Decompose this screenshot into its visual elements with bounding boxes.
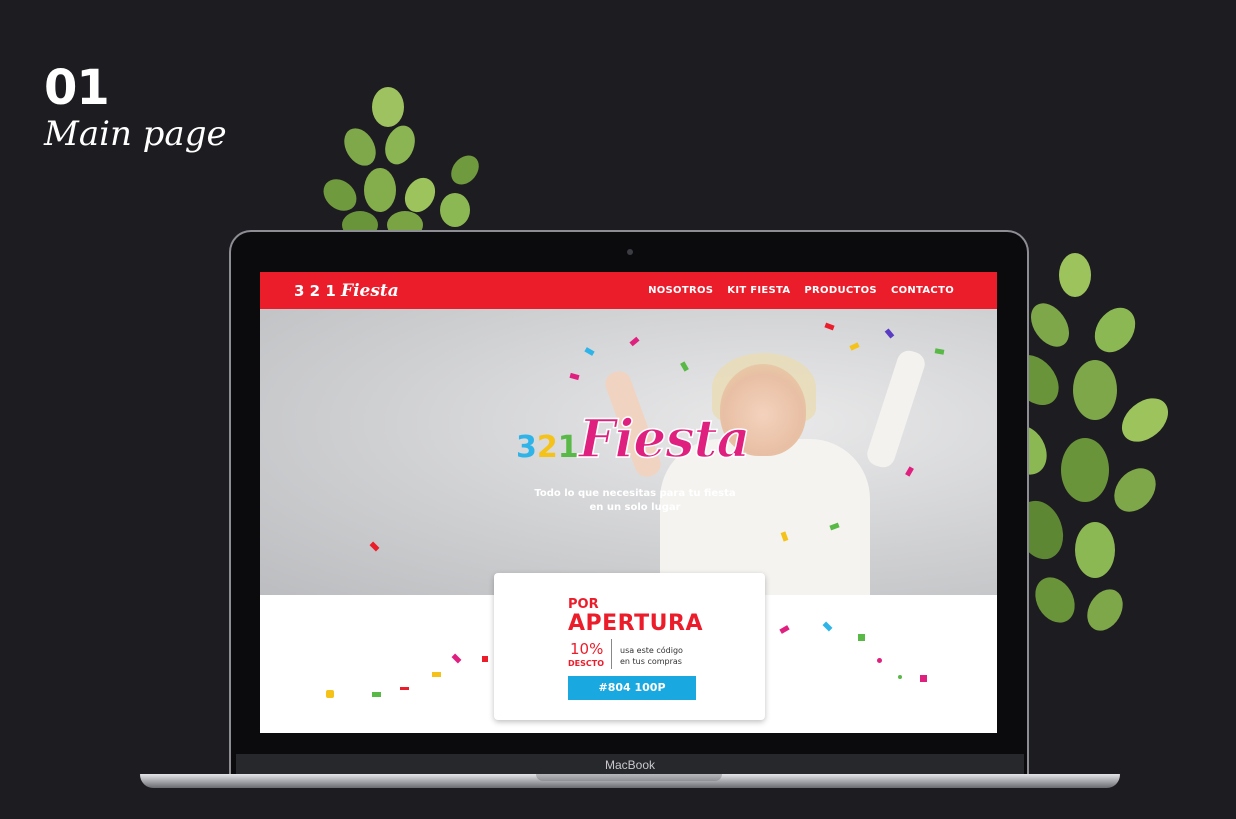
plant-left-icon [323,87,479,239]
laptop-brand-label: MacBook [236,754,1024,776]
section-number: 01 [44,60,110,116]
presentation-heading: 01 Main page [44,62,227,154]
promo-info-line-1: usa este código [620,646,683,655]
promo-line-2: APERTURA [568,611,703,636]
nav-kit-fiesta[interactable]: KIT FIESTA [727,285,790,296]
hero-tagline: Todo lo que necesitas para tu fiesta en … [480,487,790,515]
promo-percent-label: DESCTO [568,659,604,668]
hero-logo-digit-3: 3 [516,430,537,465]
confetti-decoration-icon [877,658,882,663]
confetti-decoration-icon [482,656,488,662]
hero-logo: 321Fiesta [516,408,751,471]
logo-digits: 3 2 1 [294,282,336,300]
confetti-decoration-icon [898,675,902,679]
nav-contacto[interactable]: CONTACTO [891,285,954,296]
confetti-decoration-icon [369,541,380,552]
laptop-base-notch [536,774,722,781]
confetti-decoration-icon [584,347,595,356]
confetti-decoration-icon [432,672,441,677]
promo-line-1: POR [568,597,599,612]
promo-divider [611,639,612,669]
confetti-decoration-icon [934,348,945,355]
promo-info-line-2: en tus compras [620,657,682,666]
confetti-decoration-icon [400,687,409,690]
tagline-line-1: Todo lo que necesitas para tu fiesta [534,488,736,499]
hero-photo-arm [864,347,928,471]
confetti-decoration-icon [884,328,895,339]
section-subtitle: Main page [44,114,227,154]
confetti-decoration-icon [569,372,580,381]
confetti-decoration-icon [824,322,835,331]
site-header: 3 2 1 Fiesta NOSOTROS KIT FIESTA PRODUCT… [260,272,997,309]
hero-logo-digit-2: 2 [536,430,558,465]
promo-code[interactable]: #804 100P [568,676,696,700]
confetti-decoration-icon [920,675,927,682]
confetti-decoration-icon [372,692,381,697]
hero-logo-digit-1: 1 [557,430,579,465]
promo-card: POR APERTURA 10% DESCTO usa este código … [494,573,765,720]
website-screen: 3 2 1 Fiesta NOSOTROS KIT FIESTA PRODUCT… [260,272,997,733]
confetti-decoration-icon [326,690,334,698]
promo-info: usa este código en tus compras [620,645,710,667]
tagline-line-2: en un solo lugar [589,502,681,513]
confetti-decoration-icon [822,621,833,632]
confetti-decoration-icon [680,361,689,372]
hero-banner: 321Fiesta Todo lo que necesitas para tu … [260,309,997,595]
site-logo[interactable]: 3 2 1 Fiesta [294,281,399,301]
logo-word: Fiesta [341,281,399,301]
confetti-decoration-icon [849,342,860,351]
main-nav: NOSOTROS KIT FIESTA PRODUCTOS CONTACTO [648,285,954,296]
confetti-decoration-icon [629,336,640,347]
confetti-decoration-icon [905,466,914,477]
nav-productos[interactable]: PRODUCTOS [804,285,877,296]
confetti-decoration-icon [451,653,462,664]
nav-nosotros[interactable]: NOSOTROS [648,285,713,296]
camera-icon [627,249,633,255]
confetti-decoration-icon [779,625,790,634]
promo-percent: 10% [570,640,604,658]
hero-logo-word: Fiesta [578,408,751,471]
confetti-decoration-icon [858,634,865,641]
